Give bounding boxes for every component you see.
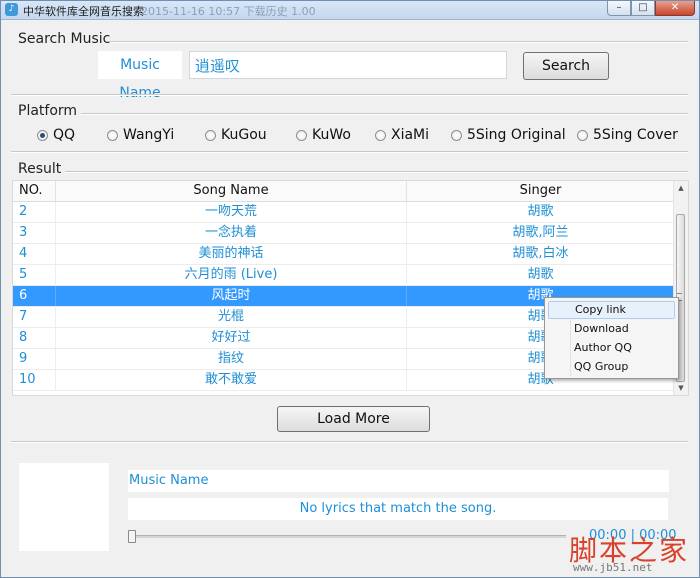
cell-song-name: 一吻天荒 (56, 202, 407, 222)
platform-option-label: QQ (53, 127, 76, 143)
platform-option-label: 5Sing Cover (593, 127, 678, 143)
table-header: NO. Song Name Singer (13, 181, 675, 202)
minimize-button[interactable]: – (607, 1, 631, 16)
window-title-ghost-text: 2015-11-16 10:57 下载历史 1.00 (141, 5, 316, 18)
platform-section-bottom-divider (11, 151, 688, 153)
cell-no: 6 (13, 286, 56, 306)
search-input[interactable] (189, 51, 507, 79)
scroll-down-arrow-icon[interactable]: ▼ (674, 381, 688, 395)
platform-option-label: WangYi (123, 127, 175, 143)
radio-icon (205, 129, 216, 141)
table-row[interactable]: 4 美丽的神话 胡歌,白冰 (13, 244, 675, 265)
cell-song-name: 六月的雨 (Live) (56, 265, 407, 285)
cell-song-name: 敢不敢爱 (56, 370, 407, 390)
cell-song-name: 一念执着 (56, 223, 407, 243)
music-name-label: Music Name (98, 51, 182, 101)
menu-item-copy-link[interactable]: Copy link (548, 301, 675, 319)
platform-radio-5sing-original[interactable]: 5Sing Original (451, 126, 566, 144)
table-row[interactable]: 2 一吻天荒 胡歌 (13, 202, 675, 223)
maximize-button[interactable]: □ (631, 1, 655, 16)
cell-singer: 胡歌 (407, 202, 675, 222)
platform-radio-qq[interactable]: QQ (37, 126, 75, 144)
cell-no: 8 (13, 328, 56, 348)
progress-slider[interactable] (128, 529, 566, 543)
cell-no: 2 (13, 202, 56, 222)
app-window: ♪ 中华软件库全网音乐搜索 2015-11-16 10:57 下载历史 1.00… (0, 0, 700, 578)
cell-no: 10 (13, 370, 56, 390)
result-section-bottom-divider (11, 441, 688, 443)
cell-song-name: 光棍 (56, 307, 407, 327)
close-button[interactable]: ✕ (655, 1, 695, 16)
platform-option-label: KuWo (312, 127, 351, 143)
cell-song-name: 指纹 (56, 349, 407, 369)
cell-singer: 胡歌,阿兰 (407, 223, 675, 243)
result-label: Result (18, 161, 62, 177)
table-row[interactable]: 5 六月的雨 (Live) 胡歌 (13, 265, 675, 286)
platform-option-label: XiaMi (391, 127, 430, 143)
platform-option-label: 5Sing Original (467, 127, 566, 143)
platform-option-label: KuGou (221, 127, 267, 143)
radio-icon (577, 129, 588, 141)
cell-singer: 胡歌,白冰 (407, 244, 675, 264)
menu-item-author-qq[interactable]: Author QQ (548, 339, 675, 357)
player-music-name: Music Name (128, 470, 669, 492)
cell-no: 7 (13, 307, 56, 327)
title-bar[interactable]: ♪ 中华软件库全网音乐搜索 2015-11-16 10:57 下载历史 1.00… (1, 1, 699, 20)
platform-radio-xiami[interactable]: XiaMi (375, 126, 429, 144)
window-controls: – □ ✕ (607, 1, 695, 17)
radio-icon (375, 129, 386, 141)
search-music-label: Search Music (18, 31, 111, 47)
column-header-singer[interactable]: Singer (407, 181, 675, 201)
column-header-no[interactable]: NO. (13, 181, 56, 201)
search-section-bottom-divider (11, 94, 688, 96)
radio-selected-icon (37, 129, 48, 141)
platform-label: Platform (18, 103, 78, 119)
cell-song-name: 风起时 (56, 286, 407, 306)
cell-singer: 胡歌 (407, 265, 675, 285)
search-button[interactable]: Search (523, 52, 609, 80)
window-title: 中华软件库全网音乐搜索 (23, 5, 144, 18)
platform-radio-wangyi[interactable]: WangYi (107, 126, 174, 144)
cell-no: 4 (13, 244, 56, 264)
platform-radio-kugou[interactable]: KuGou (205, 126, 267, 144)
radio-icon (296, 129, 307, 141)
progress-thumb[interactable] (128, 530, 136, 543)
menu-item-qq-group[interactable]: QQ Group (548, 358, 675, 376)
result-divider (65, 171, 688, 173)
album-art-placeholder (19, 463, 109, 551)
platform-divider (81, 113, 688, 115)
menu-item-download[interactable]: Download (548, 320, 675, 338)
progress-track[interactable] (128, 535, 566, 538)
cell-song-name: 美丽的神话 (56, 244, 407, 264)
cell-no: 3 (13, 223, 56, 243)
load-more-button[interactable]: Load More (277, 406, 430, 432)
cell-song-name: 好好过 (56, 328, 407, 348)
cell-no: 9 (13, 349, 56, 369)
music-note-icon: ♪ (5, 3, 18, 16)
table-row[interactable]: 3 一念执着 胡歌,阿兰 (13, 223, 675, 244)
cell-no: 5 (13, 265, 56, 285)
radio-icon (451, 129, 462, 141)
watermark-url: www.jb51.net (573, 561, 653, 574)
platform-radio-5sing-cover[interactable]: 5Sing Cover (577, 126, 678, 144)
platform-radio-group: QQ WangYi KuGou KuWo XiaMi 5Sing Origina… (37, 126, 687, 144)
lyrics-display: No lyrics that match the song. (128, 498, 668, 520)
search-divider (110, 41, 688, 43)
context-menu: Copy link Download Author QQ QQ Group (544, 297, 679, 379)
platform-radio-kuwo[interactable]: KuWo (296, 126, 351, 144)
column-header-song-name[interactable]: Song Name (56, 181, 407, 201)
radio-icon (107, 129, 118, 141)
scroll-up-arrow-icon[interactable]: ▲ (674, 181, 688, 195)
